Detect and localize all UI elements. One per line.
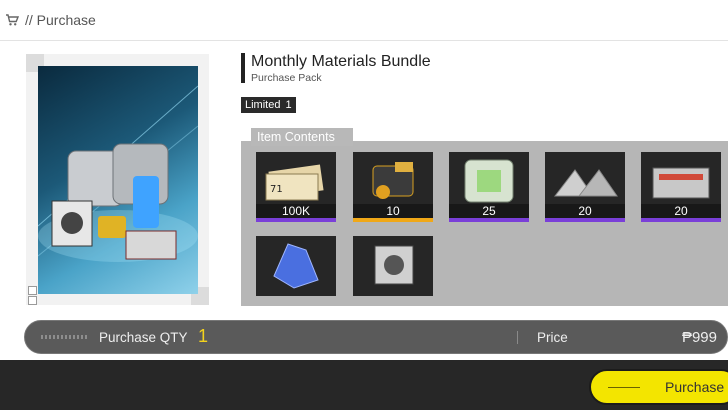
product-title: Monthly Materials Bundle <box>251 53 431 70</box>
divider <box>517 331 518 344</box>
bundle-illustration <box>38 66 198 294</box>
item-slot-blue-crystal[interactable] <box>256 236 336 296</box>
purchase-qty-label: Purchase QTY <box>99 330 188 345</box>
item-contents-tab: Item Contents <box>251 128 353 146</box>
purchase-button[interactable]: Purchase <box>589 369 728 405</box>
steel-cube-icon <box>374 245 414 285</box>
page-indicator[interactable] <box>28 296 37 305</box>
item-qty: 10 <box>353 204 433 218</box>
price-label: Price <box>537 330 568 345</box>
item-slot-metal-crate[interactable]: 20 <box>641 152 721 222</box>
item-slot-battery-module[interactable]: 10 <box>353 152 433 222</box>
item-slot-triangle-plates[interactable]: 20 <box>545 152 625 222</box>
rarity-strip <box>353 218 433 222</box>
limited-badge: Limited 1 <box>241 97 296 113</box>
item-slot-green-core-cube[interactable]: 25 <box>449 152 529 222</box>
bundle-art-card <box>26 54 209 305</box>
rarity-strip <box>641 218 721 222</box>
item-slot-credit-tickets[interactable]: 71 100K <box>256 152 336 222</box>
limited-label: Limited <box>245 99 281 111</box>
title-accent-bar <box>241 53 245 83</box>
cart-icon <box>6 14 19 26</box>
item-qty: 20 <box>545 204 625 218</box>
purchase-qty-bar: Purchase QTY 1 Price ₱999 <box>24 320 728 354</box>
breadcrumb: // Purchase <box>25 12 96 28</box>
rarity-strip <box>449 218 529 222</box>
purchase-button-label: Purchase <box>665 379 725 395</box>
item-qty: 100K <box>256 204 336 218</box>
top-bar: // Purchase <box>0 0 728 41</box>
rarity-strip <box>256 218 336 222</box>
button-decoration-line <box>608 387 640 388</box>
decorative-dots <box>41 335 89 339</box>
item-slot-steel-cube[interactable] <box>353 236 433 296</box>
product-subtitle: Purchase Pack <box>251 72 322 84</box>
svg-text:71: 71 <box>270 184 283 195</box>
item-qty: 25 <box>449 204 529 218</box>
limited-count: 1 <box>285 99 292 111</box>
item-qty: 20 <box>641 204 721 218</box>
price-value: ₱999 <box>681 329 717 346</box>
blue-crystal-icon <box>273 243 319 289</box>
rarity-strip <box>545 218 625 222</box>
purchase-qty-value[interactable]: 1 <box>198 326 208 347</box>
page-indicator[interactable] <box>28 286 37 295</box>
